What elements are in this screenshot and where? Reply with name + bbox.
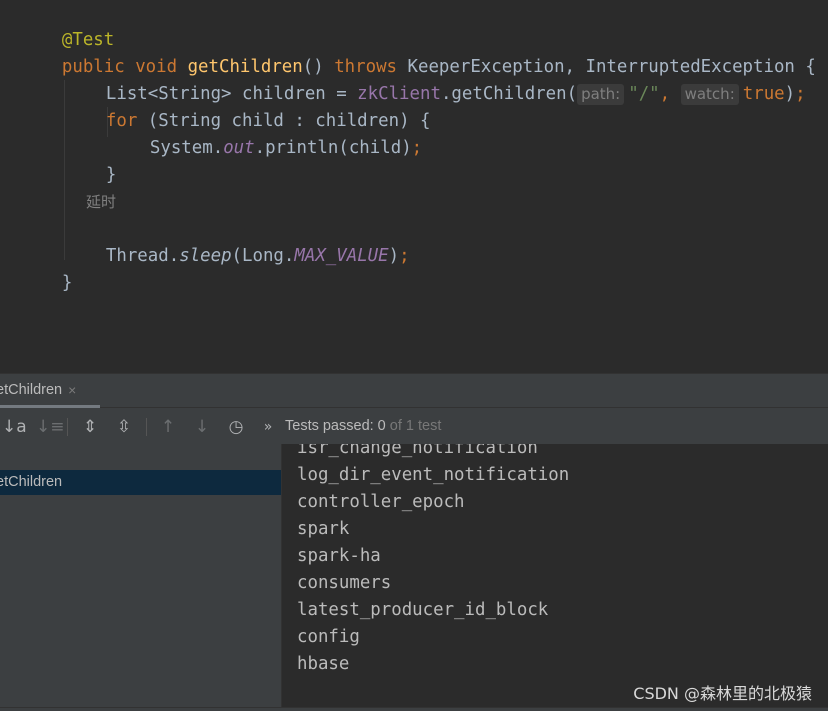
console-line: log_dir_event_notification <box>297 465 570 485</box>
watermark-text: CSDN @森林里的北极猿 <box>633 684 812 703</box>
test-status: Tests passed: 0 of 1 test <box>285 416 441 436</box>
next-failed-test-icon[interactable]: ↓ <box>191 416 213 438</box>
param-hint-watch: watch: <box>680 84 739 105</box>
code-line-println[interactable]: System.out.println(child); <box>108 108 422 158</box>
semicolon: ; <box>411 138 423 158</box>
test-runner-toolbar: ↓a ↓≡ ⇕ ⇳ ↑ ↓ ◷ » Tests passed: 0 of 1 t… <box>0 409 828 443</box>
code-editor[interactable]: @Test public void getChildren() throws K… <box>0 0 828 373</box>
max-value-constant: MAX_VALUE <box>294 246 389 266</box>
code-line-list-decl[interactable]: List<String> children = zkClient.getChil… <box>64 54 806 105</box>
get-children-call: .getChildren( <box>440 84 578 104</box>
console-line: config <box>297 627 360 647</box>
code-line-close-for[interactable]: } <box>64 135 116 185</box>
console-line: controller_epoch <box>297 492 465 512</box>
close-paren: ) <box>388 246 400 266</box>
watch-true-literal: true <box>742 84 785 104</box>
semicolon: ; <box>399 246 410 266</box>
code-line-annotation[interactable]: @Test <box>20 0 114 50</box>
param-hint-path: path: <box>577 84 625 105</box>
tests-passed-label: Tests passed: 0 <box>285 418 386 434</box>
close-paren: ) <box>784 84 796 104</box>
more-actions-icon[interactable]: » <box>257 416 279 438</box>
console-line: consumers <box>297 573 392 593</box>
sort-alphabetically-icon[interactable]: ↓a <box>2 416 27 438</box>
thread-class: Thread. <box>105 246 180 266</box>
test-tree-item-getchildren[interactable]: etChildren <box>0 470 281 495</box>
console-line: latest_producer_id_block <box>297 600 549 620</box>
run-tab-getchildren[interactable]: etChildren × <box>0 374 100 408</box>
semicolon: ; <box>795 84 806 104</box>
test-tree-item-label: etChildren <box>0 474 63 490</box>
console-line: spark-ha <box>297 546 381 566</box>
path-string-literal: "/" <box>628 84 660 104</box>
previous-failed-test-icon[interactable]: ↑ <box>157 416 179 438</box>
run-tab-label: etChildren <box>0 381 63 398</box>
console-line: hbase <box>297 654 350 674</box>
close-icon[interactable]: × <box>68 382 76 398</box>
println-call: .println(child) <box>254 138 412 158</box>
long-class: (Long. <box>231 246 295 266</box>
sort-by-duration-icon[interactable]: ↓≡ <box>36 416 65 438</box>
toolbar-separator <box>67 418 68 436</box>
test-tree: etChildren <box>0 444 281 711</box>
tests-total-label: of 1 test <box>385 418 442 434</box>
console-bottom-edge <box>0 707 828 711</box>
close-brace: } <box>105 165 117 185</box>
toolbar-separator <box>146 418 147 436</box>
test-history-icon[interactable]: ◷ <box>225 416 247 438</box>
inlay-comment: 延时 <box>86 193 117 211</box>
collapse-all-icon[interactable]: ⇳ <box>113 416 135 438</box>
code-line-sleep[interactable]: Thread.sleep(Long.MAX_VALUE); <box>64 216 410 266</box>
system-class: System. <box>149 138 224 158</box>
console-output[interactable]: isr_change_notification log_dir_event_not… <box>282 444 828 707</box>
code-line-signature[interactable]: public void getChildren() throws KeeperE… <box>20 27 816 77</box>
sleep-method: sleep <box>179 246 232 266</box>
code-line-close-method[interactable]: } <box>20 243 72 293</box>
run-tool-window: etChildren × ↓a ↓≡ ⇕ ⇳ ↑ ↓ ◷ » Tests pas… <box>0 373 828 711</box>
expand-all-icon[interactable]: ⇕ <box>79 416 101 438</box>
run-tab-strip: etChildren × <box>0 373 828 408</box>
out-field: out <box>223 138 255 158</box>
console-line: spark <box>297 519 350 539</box>
close-brace: } <box>61 273 73 293</box>
code-line-for[interactable]: for (String child : children) { <box>64 81 431 131</box>
argument-separator: , <box>659 84 681 104</box>
console-line: isr_change_notification <box>297 444 538 458</box>
